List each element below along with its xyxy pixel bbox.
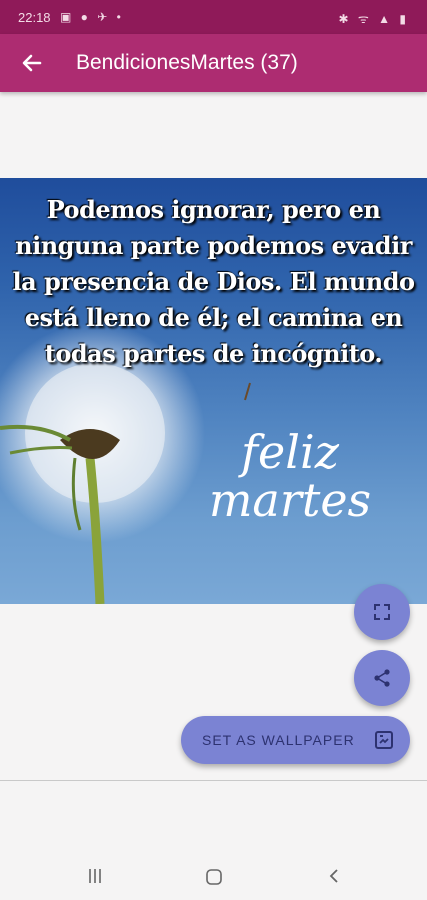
share-icon [374, 669, 390, 687]
home-icon[interactable] [205, 868, 223, 886]
status-time: 22:18 [18, 10, 51, 25]
wallpaper-icon [375, 731, 393, 749]
blessing-image: Podemos ignorar, pero en ninguna parte p… [0, 178, 427, 604]
app-bar: BendicionesMartes (37) [0, 34, 427, 92]
status-bar: 22:18 ▣ ● ✈ • ✱ ᯤ ▲ ▮ [0, 0, 427, 34]
page-title: BendicionesMartes (37) [76, 51, 298, 74]
system-icons: ✱ ᯤ ▲ ▮ [338, 12, 409, 26]
notification-icons: ▣ ● ✈ • [60, 10, 124, 24]
set-wallpaper-button[interactable]: SET AS WALLPAPER [181, 716, 410, 764]
recent-apps-icon[interactable] [87, 868, 103, 884]
system-nav-bar [0, 852, 427, 900]
overlay-martes: martes [208, 473, 372, 527]
fullscreen-icon [374, 604, 390, 620]
back-nav-icon[interactable] [326, 868, 342, 884]
feliz-martes-overlay: feliz martes [200, 428, 380, 524]
quote-text: Podemos ignorar, pero en ninguna parte p… [12, 195, 416, 368]
overlay-feliz: feliz [241, 425, 339, 479]
fullscreen-button[interactable] [354, 584, 410, 640]
set-wallpaper-label: SET AS WALLPAPER [202, 732, 355, 748]
back-arrow-icon[interactable] [18, 49, 46, 77]
divider [0, 780, 427, 781]
share-button[interactable] [354, 650, 410, 706]
